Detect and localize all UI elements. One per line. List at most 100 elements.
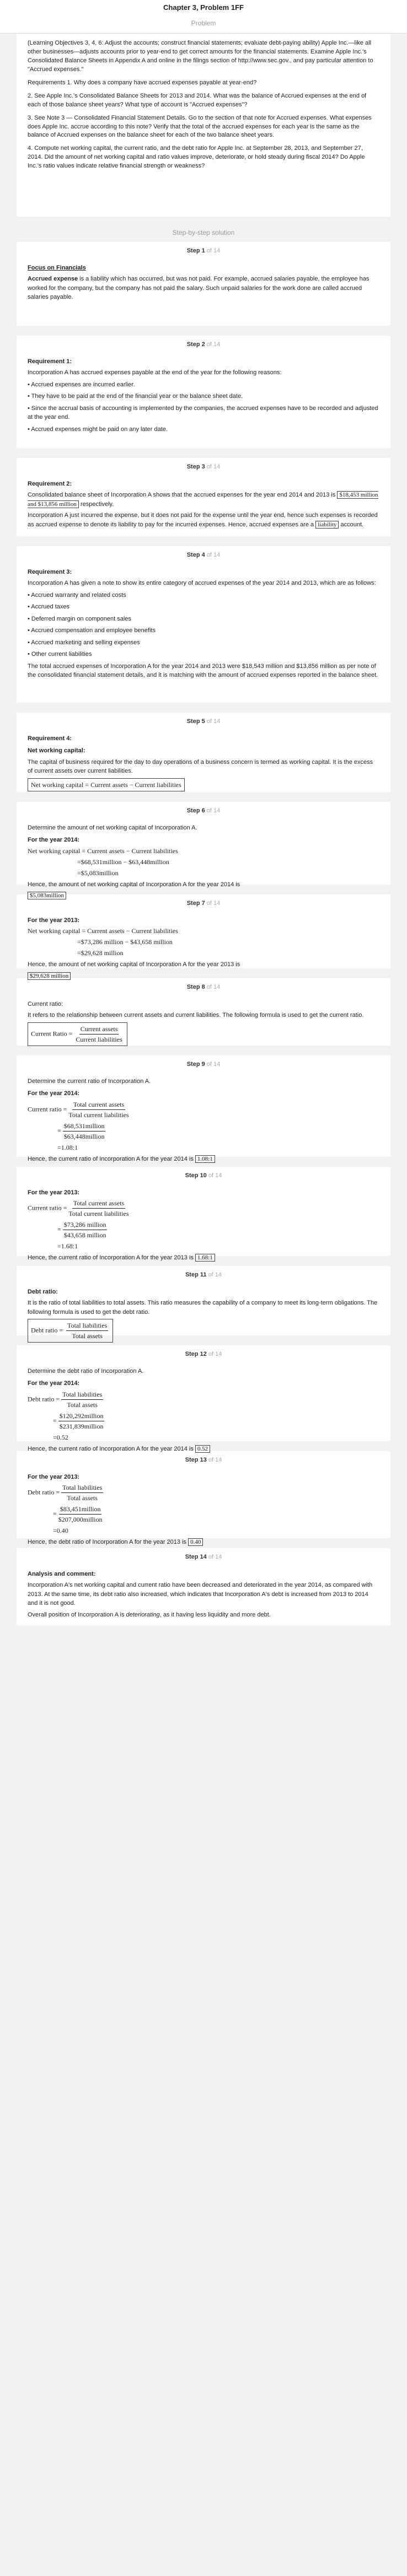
step-label: Step 2	[186, 341, 205, 348]
answer-box: 0.52	[195, 1445, 211, 1453]
step-count: of 14	[206, 900, 221, 907]
numerator: $120,292million	[58, 1411, 105, 1421]
numerator: $83,451million	[58, 1504, 102, 1515]
answer-box: $5,083million	[28, 892, 67, 899]
step-label: Step 7	[186, 900, 205, 907]
page-title: Chapter 3, Problem 1FF	[163, 3, 244, 12]
step-heading: Current ratio:	[28, 1000, 63, 1007]
formula-lhs: Current ratio =	[28, 1104, 67, 1113]
conclusion: Hence, the current ratio of Incorporatio…	[28, 1155, 194, 1162]
text: Overall position of Incorporation A is	[28, 1611, 126, 1618]
step-label: Step 3	[186, 464, 205, 470]
requirement-2-question: 2. See Apple Inc.'s Consolidated Balance…	[28, 92, 367, 108]
formula-lhs: Debt ratio =	[28, 1394, 60, 1403]
definition: It refers to the relationship between cu…	[28, 1012, 364, 1018]
conclusion: Hence, the debt ratio of Incorporation A…	[28, 1539, 187, 1545]
emphasis: deteriorating	[126, 1611, 160, 1618]
step-count: of 14	[208, 1172, 222, 1179]
term: Accrued expense	[28, 276, 78, 282]
list-item: • Accrued taxes	[28, 603, 70, 610]
equation-line: =0.40	[53, 1527, 68, 1534]
answer-box: 0.40	[188, 1538, 203, 1546]
list-item: • Since the accrual basis of accounting …	[28, 405, 378, 421]
step-label: Step 1	[186, 247, 205, 254]
equation-line: =$29,628 million	[77, 949, 124, 957]
formula-lhs: Current ratio =	[28, 1204, 67, 1212]
step-label: Step 14	[185, 1554, 207, 1560]
denominator: Total assets	[67, 1494, 98, 1502]
step-intro: Determine the amount of net working capi…	[28, 824, 197, 831]
step-heading: Focus on Financials	[28, 264, 86, 271]
step-count: of 14	[206, 552, 221, 558]
step-count: of 14	[208, 1271, 222, 1278]
conclusion: Hence, the amount of net working capital…	[28, 881, 240, 888]
step-heading: Debt ratio:	[28, 1288, 58, 1295]
step-heading: Analysis and comment:	[28, 1570, 96, 1577]
conclusion: Hence, the current ratio of Incorporatio…	[28, 1445, 194, 1452]
definition: is a liability which has occurred, but w…	[28, 276, 369, 300]
answer-box: 1.08:1	[195, 1155, 215, 1163]
equation-line: Net working capital = Current assets − C…	[28, 927, 178, 935]
definition: It is the ratio of total liabilities to …	[28, 1300, 378, 1316]
analysis-paragraph: Incorporation A's net working capital an…	[28, 1582, 373, 1607]
answer-box: $29,628 million	[28, 972, 71, 980]
definition: The capital of business required for the…	[28, 758, 373, 775]
step-8: Step 8 of 14 Current ratio: It refers to…	[17, 978, 390, 1046]
step-7: Step 7 of 14 For the year 2013: Net work…	[17, 894, 390, 980]
step-count: of 14	[208, 1351, 222, 1357]
step-label: Step 9	[186, 1061, 205, 1068]
numerator: Total liabilities	[61, 1389, 104, 1400]
reason-list: • Accrued expenses are incurred earlier.…	[28, 380, 379, 434]
step-count: of 14	[208, 1554, 222, 1560]
denominator: Total current liabilities	[68, 1111, 129, 1119]
answer-box: liability	[315, 520, 339, 529]
step-outro: The total accrued expenses of Incorporat…	[28, 662, 378, 679]
denominator: $63,448million	[63, 1132, 105, 1140]
step-13: Step 13 of 14 For the year 2013: Debt ra…	[17, 1451, 390, 1546]
problem-intro: (Learning Objectives 3, 4, 6: Adjust the…	[28, 40, 373, 73]
conclusion: Hence, the current ratio of Incorporatio…	[28, 1254, 194, 1261]
page-header: Chapter 3, Problem 1FF Problem	[0, 0, 407, 34]
answer-box: 1.68:1	[195, 1254, 215, 1262]
text: account.	[340, 521, 364, 528]
denominator: $43,658 million	[63, 1231, 106, 1239]
step-9: Step 9 of 14 Determine the current ratio…	[17, 1055, 390, 1163]
list-item: • Other current liabilities	[28, 651, 92, 658]
numerator: Current assets	[79, 1024, 119, 1034]
step-count: of 14	[206, 341, 221, 348]
step-12: Step 12 of 14 Determine the debt ratio o…	[17, 1345, 390, 1453]
step-10: Step 10 of 14 For the year 2013: Current…	[17, 1167, 390, 1262]
denominator: Total assets	[67, 1400, 98, 1409]
step-intro: Incorporation A has given a note to show…	[28, 580, 376, 586]
step-count: of 14	[206, 807, 221, 814]
denominator: Current liabilities	[76, 1035, 122, 1043]
list-item: • Accrued expenses are incurred earlier.	[28, 381, 135, 388]
step-5: Step 5 of 14 Requirement 4: Net working …	[17, 713, 390, 792]
text: respectively.	[80, 500, 114, 508]
step-11: Step 11 of 14 Debt ratio: It is the rati…	[17, 1266, 390, 1343]
step-1: Step 1 of 14 Focus on Financials Accrued…	[17, 242, 390, 326]
step-count: of 14	[206, 464, 221, 470]
step-label: Step 12	[185, 1351, 207, 1357]
equation-line: Net working capital = Current assets − C…	[28, 847, 178, 855]
equation-line: =1.68:1	[57, 1242, 78, 1250]
year-heading: For the year 2014:	[28, 1090, 80, 1097]
equation-line: =$5,083million	[77, 869, 119, 877]
step-count: of 14	[208, 1457, 222, 1463]
step-2: Step 2 of 14 Requirement 1: Incorporatio…	[17, 336, 390, 448]
step-heading: Requirement 4:	[28, 735, 72, 742]
denominator: $231,839million	[59, 1422, 104, 1430]
step-heading: Requirement 1:	[28, 358, 72, 365]
formula-lhs: Debt ratio =	[28, 1488, 60, 1496]
conclusion: Hence, the amount of net working capital…	[28, 961, 240, 968]
step-label: Step 6	[186, 807, 205, 814]
step-3: Step 3 of 14 Requirement 2: Consolidated…	[17, 458, 390, 536]
step-subheading: Net working capital:	[28, 747, 85, 754]
numerator: Total liabilities	[61, 1483, 104, 1493]
step-label: Step 11	[185, 1271, 207, 1278]
denominator: Total current liabilities	[68, 1210, 129, 1217]
list-item: • Accrued warranty and related costs	[28, 591, 126, 599]
year-heading: For the year 2014:	[28, 1380, 80, 1387]
step-intro: Determine the debt ratio of Incorporatio…	[28, 1367, 144, 1375]
year-heading: For the year 2013:	[28, 1473, 80, 1480]
